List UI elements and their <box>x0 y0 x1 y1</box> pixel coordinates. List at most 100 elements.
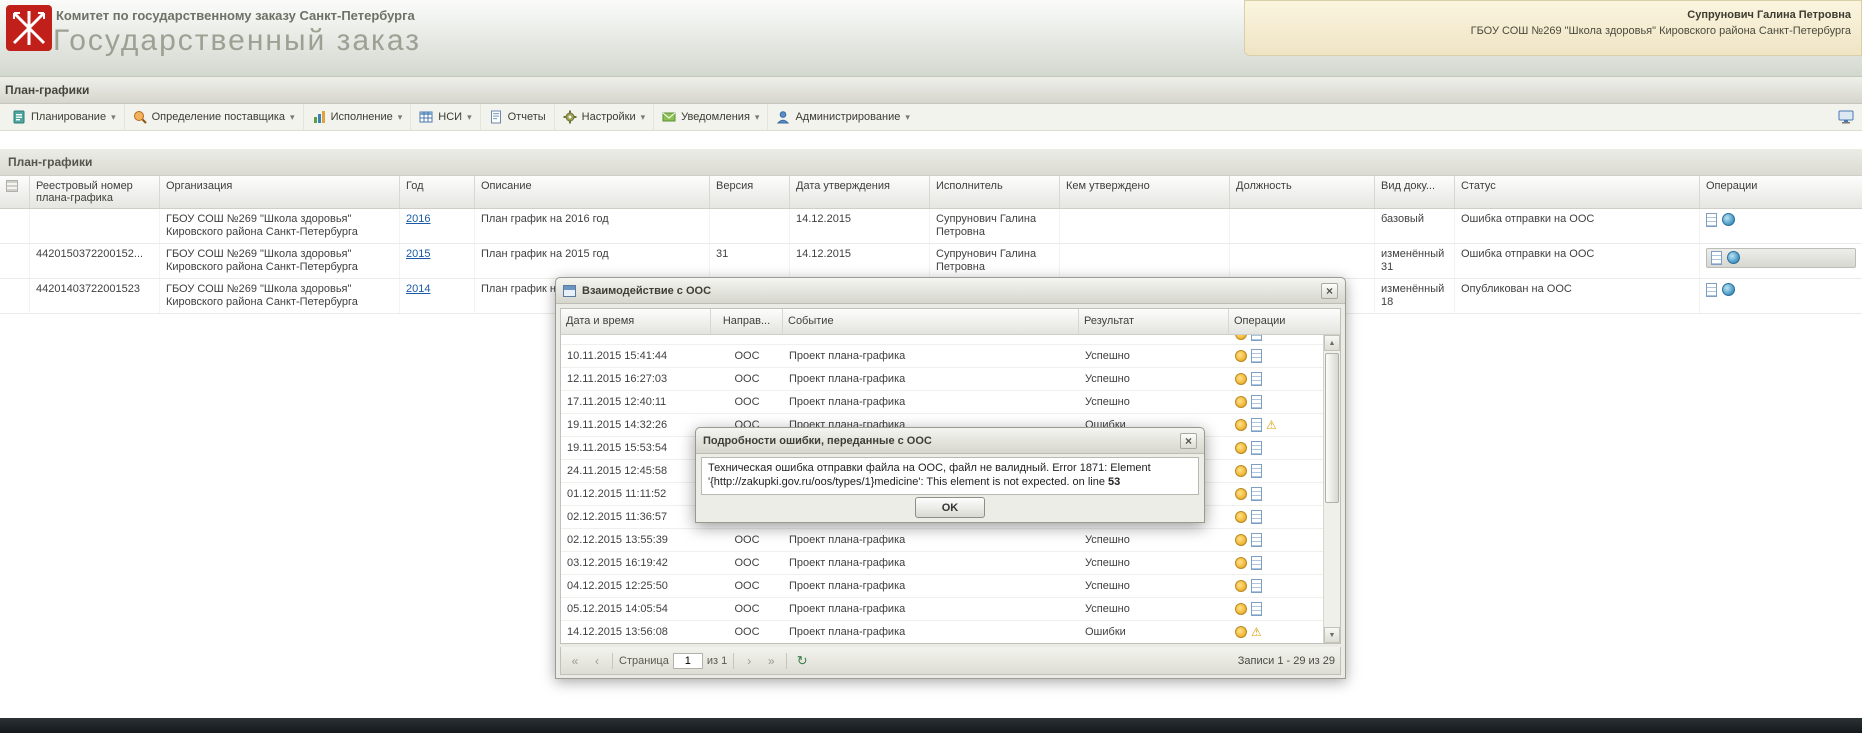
status-footer-bar <box>0 718 1862 733</box>
xml-icon[interactable] <box>1235 396 1247 408</box>
dialog-title-bar[interactable]: Подробности ошибки, переданные с ООС × <box>696 428 1204 454</box>
column-approved-by[interactable]: Кем утверждено <box>1060 176 1230 208</box>
log-row[interactable]: 04.12.2015 12:25:50ООСПроект плана-графи… <box>561 575 1323 598</box>
menu-execution[interactable]: Исполнение ▾ <box>304 104 412 130</box>
grid-header-row: Реестровый номер плана-графика Организац… <box>0 176 1862 209</box>
xml-icon[interactable] <box>1235 626 1247 638</box>
document-icon[interactable] <box>1251 487 1262 501</box>
xml-icon[interactable] <box>1235 603 1247 615</box>
document-icon[interactable] <box>1251 372 1262 386</box>
spb-coat-of-arms-icon <box>6 5 52 51</box>
page-number-input[interactable] <box>673 653 703 669</box>
column-organization[interactable]: Организация <box>160 176 400 208</box>
oos-interaction-icon[interactable] <box>1727 251 1740 264</box>
xml-icon[interactable] <box>1235 557 1247 569</box>
xml-icon[interactable] <box>1235 442 1247 454</box>
table-row[interactable]: ГБОУ СОШ №269 "Школа здоровья" Кировског… <box>0 209 1862 244</box>
log-row[interactable]: 12.11.2015 16:27:03ООСПроект плана-графи… <box>561 368 1323 391</box>
log-row[interactable]: 17.11.2015 12:40:11ООСПроект плана-графи… <box>561 391 1323 414</box>
log-operations <box>1229 533 1319 547</box>
table-row[interactable]: 4420150372200152... ГБОУ СОШ №269 "Школа… <box>0 244 1862 279</box>
scrollbar-thumb[interactable] <box>1325 353 1339 503</box>
column-status[interactable]: Статус <box>1455 176 1700 208</box>
log-row[interactable]: 05.12.2015 14:05:54ООСПроект плана-графи… <box>561 598 1323 621</box>
column-version[interactable]: Версия <box>710 176 790 208</box>
scroll-down-icon[interactable]: ▼ <box>1324 627 1340 643</box>
document-icon[interactable] <box>1251 533 1262 547</box>
person-icon <box>776 110 790 124</box>
page-last-button[interactable]: » <box>762 652 780 670</box>
xml-icon[interactable] <box>1235 488 1247 500</box>
dialog-title-bar[interactable]: Взаимодействие с ООС × <box>556 278 1345 304</box>
view-log-icon[interactable] <box>1711 251 1722 265</box>
log-time: 12.11.2015 16:27:03 <box>561 373 711 385</box>
refresh-icon[interactable]: ↻ <box>793 652 811 670</box>
xml-icon[interactable] <box>1235 580 1247 592</box>
xml-icon[interactable] <box>1235 534 1247 546</box>
column-doc-type[interactable]: Вид доку... <box>1375 176 1455 208</box>
page-prev-button[interactable]: ‹ <box>588 652 606 670</box>
menu-planning[interactable]: Планирование ▾ <box>4 104 125 130</box>
close-icon[interactable]: × <box>1180 433 1197 449</box>
document-icon[interactable] <box>1251 510 1262 524</box>
log-row[interactable]: 02.12.2015 13:55:39ООСПроект плана-графи… <box>561 529 1323 552</box>
year-link[interactable]: 2015 <box>406 248 430 260</box>
xml-icon[interactable] <box>1235 335 1247 340</box>
column-operations[interactable]: Операции <box>1229 309 1319 334</box>
warning-icon[interactable]: ⚠ <box>1251 626 1262 638</box>
document-icon[interactable] <box>1251 441 1262 455</box>
column-result[interactable]: Результат <box>1079 309 1229 334</box>
column-position[interactable]: Должность <box>1230 176 1375 208</box>
menu-settings[interactable]: Настройки ▾ <box>555 104 654 130</box>
xml-icon[interactable] <box>1235 419 1247 431</box>
close-icon[interactable]: × <box>1321 283 1338 299</box>
document-icon[interactable] <box>1251 418 1262 432</box>
tab-plan-schedules[interactable]: План-графики <box>0 77 1862 104</box>
menu-nsi[interactable]: НСИ ▾ <box>411 104 480 130</box>
page-next-button[interactable]: › <box>740 652 758 670</box>
document-icon[interactable] <box>1251 464 1262 478</box>
menu-notifications[interactable]: Уведомления ▾ <box>654 104 768 130</box>
column-event[interactable]: Событие <box>783 309 1079 334</box>
column-operations[interactable]: Операции <box>1700 176 1862 208</box>
menu-administration[interactable]: Администрирование ▾ <box>768 104 917 130</box>
view-log-icon[interactable] <box>1706 213 1717 227</box>
view-log-icon[interactable] <box>1706 283 1717 297</box>
oos-interaction-icon[interactable] <box>1722 213 1735 226</box>
xml-icon[interactable] <box>1235 511 1247 523</box>
scrollbar[interactable]: ▲ ▼ <box>1323 335 1340 643</box>
log-row[interactable]: 03.12.2015 16:19:42ООСПроект плана-графи… <box>561 552 1323 575</box>
menu-supplier-determination[interactable]: Определение поставщика ▾ <box>125 104 304 130</box>
column-reg-number[interactable]: Реестровый номер плана-графика <box>30 176 160 208</box>
column-direction[interactable]: Направ... <box>711 309 783 334</box>
column-approval-date[interactable]: Дата утверждения <box>790 176 930 208</box>
warning-icon[interactable]: ⚠ <box>1266 419 1277 431</box>
document-icon[interactable] <box>1251 335 1262 341</box>
oos-interaction-icon[interactable] <box>1722 283 1735 296</box>
document-icon[interactable] <box>1251 579 1262 593</box>
xml-icon[interactable] <box>1235 373 1247 385</box>
xml-icon[interactable] <box>1235 350 1247 362</box>
document-icon[interactable] <box>1251 602 1262 616</box>
log-operations <box>1229 556 1319 570</box>
column-year[interactable]: Год <box>400 176 475 208</box>
menu-reports[interactable]: Отчеты <box>481 104 555 130</box>
xml-icon[interactable] <box>1235 465 1247 477</box>
document-icon[interactable] <box>1251 556 1262 570</box>
log-time: 05.12.2015 14:05:54 <box>561 603 711 615</box>
column-datetime[interactable]: Дата и время <box>561 309 711 334</box>
document-icon[interactable] <box>1251 349 1262 363</box>
log-row[interactable]: 14.12.2015 13:56:08ООСПроект плана-графи… <box>561 621 1323 643</box>
year-link[interactable]: 2014 <box>406 283 430 295</box>
scroll-up-icon[interactable]: ▲ <box>1324 335 1340 351</box>
column-description[interactable]: Описание <box>475 176 710 208</box>
menu-extra-button[interactable] <box>1836 110 1856 124</box>
document-icon[interactable] <box>1251 395 1262 409</box>
ok-button[interactable]: OK <box>915 497 985 518</box>
year-link[interactable]: 2016 <box>406 213 430 225</box>
column-executor[interactable]: Исполнитель <box>930 176 1060 208</box>
column-select[interactable] <box>0 176 30 208</box>
row-select-cell <box>0 244 30 278</box>
log-row[interactable]: 10.11.2015 15:41:44ООСПроект плана-графи… <box>561 345 1323 368</box>
page-first-button[interactable]: « <box>566 652 584 670</box>
